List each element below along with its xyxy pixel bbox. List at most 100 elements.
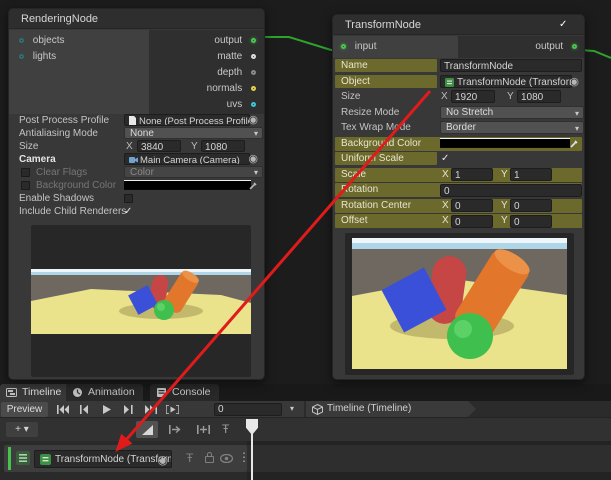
clear-flags-label: Clear Flags (36, 166, 87, 179)
port-matte-label: matte (217, 51, 242, 62)
rendering-node-header[interactable]: RenderingNode (9, 9, 264, 29)
tex-wrap-mode-dropdown[interactable]: Border ▾ (440, 121, 584, 134)
port-objects-dot[interactable] (19, 38, 24, 43)
offset-y-value: 0 (514, 217, 520, 228)
row-antialiasing: Antialiasing Mode None ▾ (11, 127, 262, 140)
scale-x-input[interactable]: 1 (451, 168, 493, 181)
dropdown-caret-icon: ▾ (254, 128, 258, 139)
port-normals-dot[interactable] (251, 86, 256, 91)
resize-mode-value: No Stretch (446, 107, 493, 118)
rotation-center-x-input[interactable]: 0 (451, 199, 493, 212)
unity-editor-screenshot: RenderingNode objects lights output matt… (0, 0, 611, 480)
clear-flags-checkbox[interactable] (21, 168, 30, 177)
antialiasing-label: Antialiasing Mode (19, 127, 98, 140)
transform-node-enabled-checkbox[interactable]: ✓ (559, 20, 567, 30)
background-color2-swatch[interactable] (440, 138, 570, 148)
rendering-node-title: RenderingNode (21, 13, 98, 25)
size2-y-input[interactable]: 1080 (517, 90, 561, 103)
row-enable-shadows: Enable Shadows (11, 192, 262, 205)
camera-label: Camera (19, 153, 56, 166)
rendering-node-preview-image (31, 269, 251, 334)
port-matte[interactable]: matte (217, 49, 256, 65)
camera-icon (129, 156, 138, 163)
size-x-input[interactable]: 3840 (137, 140, 181, 152)
resize-mode-dropdown[interactable]: No Stretch ▾ (440, 106, 584, 119)
transform-node-header[interactable]: TransformNode ✓ (333, 15, 584, 35)
object-label: Object (335, 75, 437, 88)
eyedropper-icon[interactable] (570, 139, 579, 148)
port-uvs[interactable]: uvs (227, 97, 256, 113)
camera-field[interactable]: Main Camera (Camera) (124, 153, 250, 165)
port-objects-label: objects (33, 35, 65, 46)
enable-shadows-label: Enable Shadows (19, 192, 94, 205)
background-color-checkbox[interactable] (21, 181, 30, 190)
port-output[interactable]: output (214, 33, 256, 49)
background-color-swatch[interactable] (124, 180, 251, 190)
port-output2-dot[interactable] (572, 44, 577, 49)
port-output2[interactable]: output (535, 39, 577, 55)
size2-x-label: X (441, 90, 448, 104)
port-depth[interactable]: depth (217, 65, 256, 81)
uniform-scale-checkbox[interactable]: ✓ (441, 154, 449, 164)
row-name: Name TransformNode (335, 59, 582, 73)
post-process-field[interactable]: None (Post Process Profile) (124, 114, 250, 126)
rotation-center-y-input[interactable]: 0 (510, 199, 552, 212)
size-x-value: 3840 (141, 142, 163, 152)
name-value: TransformNode (444, 61, 513, 72)
port-input-dot[interactable] (341, 44, 346, 49)
row-resize-mode: Resize Mode No Stretch ▾ (335, 106, 582, 120)
port-uvs-dot[interactable] (251, 102, 256, 107)
size-x-label: X (126, 140, 133, 153)
camera-value: Main Camera (Camera) (140, 155, 240, 165)
port-uvs-label: uvs (227, 99, 243, 110)
clear-flags-dropdown[interactable]: Color ▾ (124, 166, 263, 178)
row-offset: Offset X 0 Y 0 (335, 214, 582, 228)
row-scale: Scale X 1 Y 1 (335, 168, 582, 182)
row-rotation-center: Rotation Center X 0 Y 0 (335, 199, 582, 213)
offset-x-value: 0 (455, 217, 461, 228)
post-process-value: None (Post Process Profile) (139, 116, 250, 126)
port-lights[interactable]: lights (19, 49, 56, 65)
antialiasing-dropdown[interactable]: None ▾ (124, 127, 263, 139)
include-child-renderers-label: Include Child Renderers (19, 205, 126, 218)
rendering-node[interactable]: RenderingNode objects lights output matt… (8, 8, 265, 380)
include-child-renderers-checkbox[interactable]: ✓ (124, 207, 132, 217)
offset-x-input[interactable]: 0 (451, 215, 493, 228)
antialiasing-value: None (130, 128, 154, 139)
row-post-process-profile: Post Process Profile None (Post Process … (11, 114, 262, 127)
port-normals[interactable]: normals (207, 81, 256, 97)
port-lights-label: lights (33, 51, 56, 62)
background-color-label: Background Color (36, 179, 116, 192)
object-picker-icon[interactable]: ◉ (569, 75, 579, 89)
name-input[interactable]: TransformNode (440, 59, 582, 72)
rotation-center-label: Rotation Center (335, 199, 437, 212)
offset-y-label: Y (501, 214, 508, 228)
size-y-input[interactable]: 1080 (201, 140, 245, 152)
port-output-dot[interactable] (251, 38, 256, 43)
port-matte-dot[interactable] (251, 54, 256, 59)
row-size: Size X 3840 Y 1080 (11, 140, 262, 153)
row-clear-flags: Clear Flags Color ▾ (11, 166, 262, 179)
rotation-input[interactable]: 0 (440, 184, 582, 197)
object-field[interactable]: TransformNode (Transform Node (440, 75, 572, 88)
camera-picker-icon[interactable]: ◉ (248, 153, 258, 166)
enable-shadows-checkbox[interactable] (124, 194, 133, 203)
transform-node[interactable]: TransformNode ✓ input output Name Transf… (332, 14, 585, 380)
offset-y-input[interactable]: 0 (510, 215, 552, 228)
port-depth-dot[interactable] (251, 70, 256, 75)
port-output2-label: output (535, 41, 563, 52)
scale-y-input[interactable]: 1 (510, 168, 552, 181)
port-objects[interactable]: objects (19, 33, 64, 49)
port-lights-dot[interactable] (19, 54, 24, 59)
post-process-picker-icon[interactable]: ◉ (248, 114, 258, 127)
rotation-center-x-value: 0 (455, 201, 461, 212)
row-size2: Size X 1920 Y 1080 (335, 90, 582, 104)
row-rotation: Rotation 0 (335, 183, 582, 197)
resize-mode-label: Resize Mode (341, 106, 399, 120)
clear-flags-value: Color (130, 167, 154, 178)
size2-x-input[interactable]: 1920 (451, 90, 495, 103)
row-background-color: Background Color (11, 179, 262, 192)
port-input[interactable]: input (341, 39, 376, 55)
eyedropper-icon[interactable] (249, 181, 258, 190)
tex-wrap-mode-value: Border (446, 122, 476, 133)
